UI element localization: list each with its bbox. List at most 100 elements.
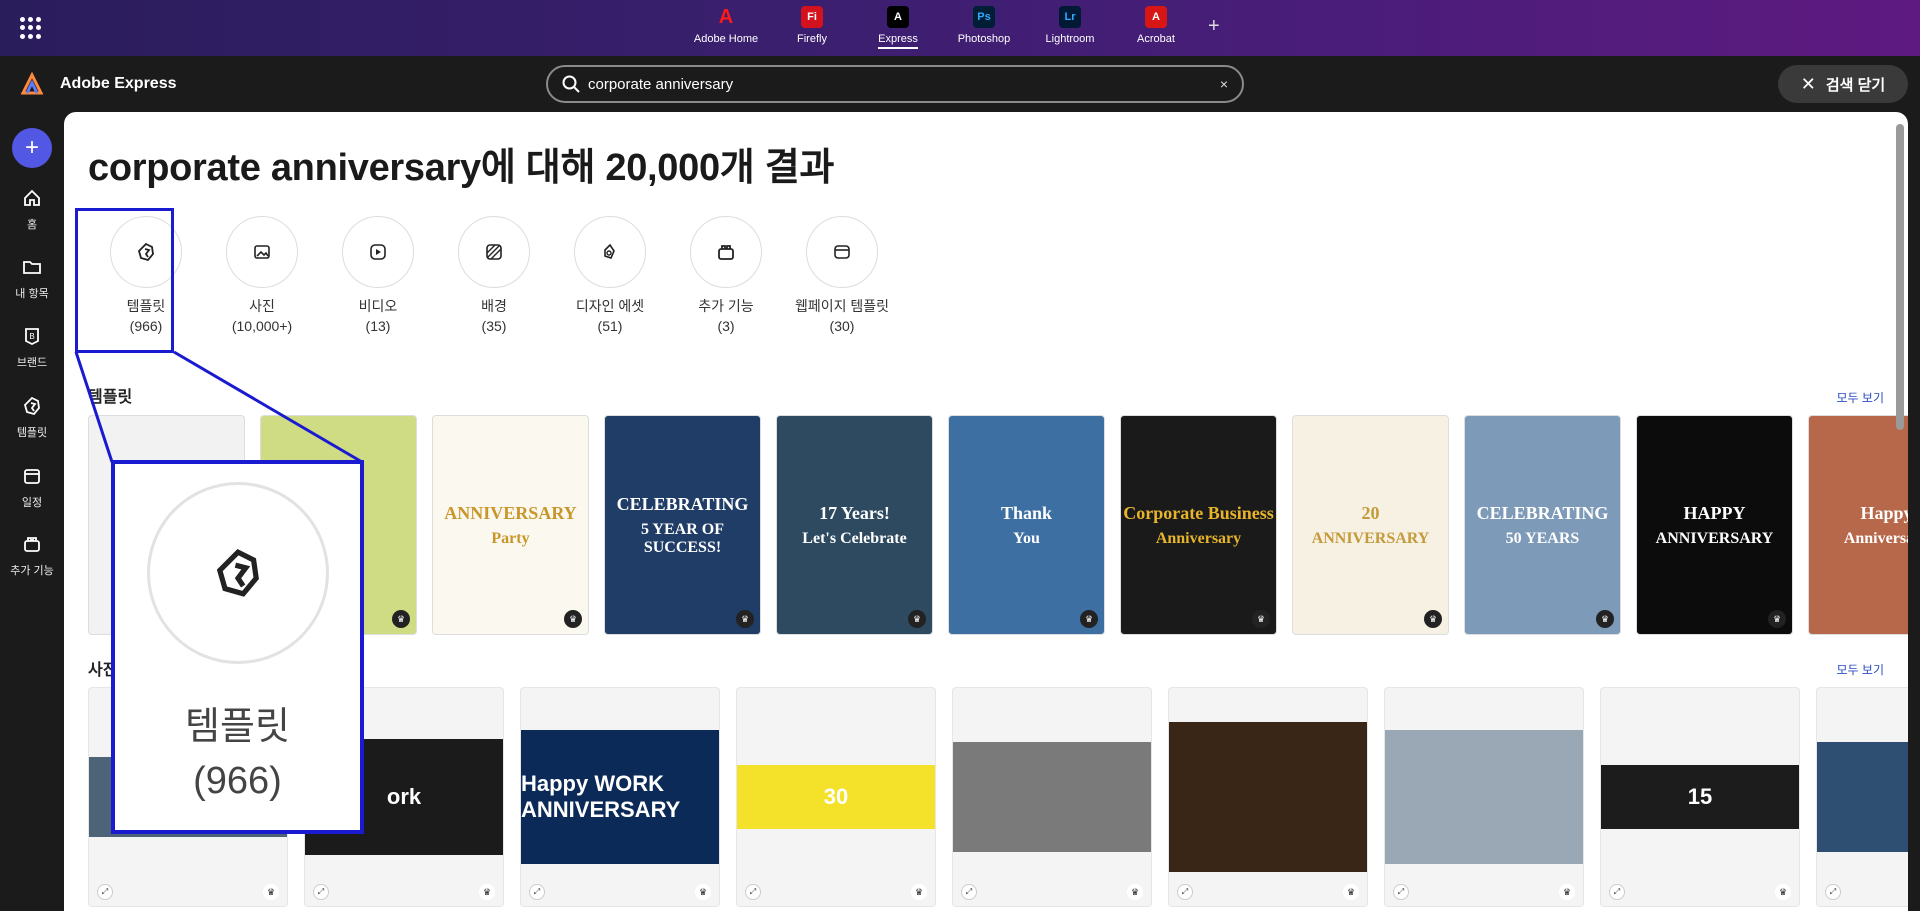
expand-icon[interactable]: ⤢: [745, 884, 761, 900]
category-background[interactable]: 배경 (35): [436, 216, 552, 336]
close-search-label: 검색 닫기: [1825, 76, 1886, 94]
brand-icon: B: [25, 328, 39, 346]
rail-item-label: 내 항목: [15, 288, 49, 300]
create-new-button[interactable]: +: [12, 128, 52, 168]
app-label: Lightroom: [1045, 33, 1095, 45]
premium-crown-icon: ♛: [1596, 610, 1614, 628]
category-name: 추가 기능: [698, 298, 754, 314]
templates-section-title: 템플릿: [88, 389, 133, 406]
photo-image: 15: [1601, 765, 1799, 829]
app-express[interactable]: A Express: [855, 6, 941, 49]
template-text-2: Let's Celebrate: [802, 529, 907, 547]
addons-icon: [718, 245, 734, 260]
lightroom-icon: Lr: [1059, 6, 1081, 28]
category-addons[interactable]: 추가 기능 (3): [668, 216, 784, 336]
close-icon: ✕: [1800, 73, 1816, 94]
photo-card[interactable]: ⤢♛: [1168, 687, 1368, 907]
premium-crown-icon: ♛: [263, 884, 279, 900]
category-circle: [690, 216, 762, 288]
photo-image: [1169, 722, 1367, 872]
app-adobe-home[interactable]: A Adobe Home: [683, 6, 769, 49]
rail-item-4[interactable]: 일정: [0, 466, 64, 510]
zoom-category-name: 템플릿: [185, 706, 290, 748]
template-text-1: HAPPY: [1683, 502, 1746, 523]
rail-item-3[interactable]: 템플릿: [0, 396, 64, 440]
premium-crown-icon: ♛: [479, 884, 495, 900]
rail-item-label: 템플릿: [16, 427, 48, 439]
premium-crown-icon: ♛: [695, 884, 711, 900]
photo-image: 30: [737, 765, 935, 829]
app-grid-icon[interactable]: [20, 17, 42, 39]
see-all-photos-link[interactable]: 모두 보기: [1837, 661, 1885, 678]
category-count: (35): [481, 318, 507, 334]
template-card[interactable]: Thank You ♛: [948, 415, 1105, 635]
template-card[interactable]: HappyAnniversary♛: [1808, 415, 1908, 635]
scrollbar[interactable]: [1896, 124, 1904, 430]
app-photoshop[interactable]: Ps Photoshop: [941, 6, 1027, 49]
template-text-1: CELEBRATING: [1476, 502, 1609, 523]
app-acrobat[interactable]: A Acrobat: [1113, 6, 1199, 49]
category-video[interactable]: 비디오 (13): [320, 216, 436, 336]
template-text-2: 5 YEAR OF SUCCESS!: [641, 520, 724, 556]
expand-icon[interactable]: ⤢: [313, 884, 329, 900]
app-lightroom[interactable]: Lr Lightroom: [1027, 6, 1113, 49]
rail-item-label: 홈: [26, 219, 38, 231]
template-card[interactable]: CELEBRATING 50 YEARS ♛: [1464, 415, 1621, 635]
category-webpage[interactable]: 웹페이지 템플릿 (30): [784, 216, 900, 336]
header: Adobe Express corporate anniversary × ✕ …: [0, 56, 1920, 112]
photo-card[interactable]: ⤢♛: [1384, 687, 1584, 907]
adobe-express-logo-icon: [20, 72, 44, 95]
app-label: Adobe Home: [693, 33, 759, 45]
expand-icon[interactable]: ⤢: [1393, 884, 1409, 900]
template-card[interactable]: CELEBRATING 5 YEAR OF SUCCESS! ♛: [604, 415, 761, 635]
rail-item-2[interactable]: B 브랜드: [0, 326, 64, 370]
rail-item-0[interactable]: 홈: [0, 188, 64, 232]
photo-card[interactable]: ⤢♛: [1816, 687, 1908, 907]
expand-icon[interactable]: ⤢: [1609, 884, 1625, 900]
category-photo[interactable]: 사진 (10,000+): [204, 216, 320, 336]
template-card[interactable]: HAPPY ANNIVERSARY ♛: [1636, 415, 1793, 635]
adobe-home-icon: A: [718, 5, 734, 28]
brand[interactable]: Adobe Express: [20, 72, 176, 96]
rail-item-5[interactable]: 추가 기능: [0, 534, 64, 578]
photo-card[interactable]: Happy WORK ANNIVERSARY ⤢ ♛: [520, 687, 720, 907]
template-text-1: Thank: [1000, 502, 1053, 523]
photoshop-icon: Ps: [973, 6, 995, 28]
photo-card[interactable]: ⤢♛: [952, 687, 1152, 907]
video-icon: [370, 244, 386, 260]
expand-icon[interactable]: ⤢: [97, 884, 113, 900]
folder-icon: [23, 261, 41, 274]
clear-search-icon[interactable]: ×: [1220, 76, 1228, 92]
photo-card[interactable]: 15 ⤢ ♛: [1600, 687, 1800, 907]
rail-item-label: 브랜드: [16, 357, 48, 369]
highlight-box: [75, 208, 174, 353]
expand-icon[interactable]: ⤢: [529, 884, 545, 900]
template-card[interactable]: 17 Years! Let's Celebrate ♛: [776, 415, 933, 635]
add-app-icon[interactable]: +: [1208, 15, 1220, 38]
see-all-templates-link[interactable]: 모두 보기: [1837, 389, 1885, 406]
template-icon: [23, 396, 40, 416]
left-rail: + 홈내 항목 B 브랜드템플릿일정추가 기능: [0, 112, 64, 911]
app-firefly[interactable]: Fi Firefly: [769, 6, 855, 49]
rail-item-label: 추가 기능: [10, 565, 54, 577]
expand-icon[interactable]: ⤢: [1825, 884, 1841, 900]
express-icon: A: [887, 6, 909, 28]
close-search-button[interactable]: ✕ 검색 닫기: [1778, 65, 1908, 103]
rail-item-1[interactable]: 내 항목: [0, 257, 64, 301]
premium-crown-icon: ♛: [1768, 610, 1786, 628]
category-name: 웹페이지 템플릿: [794, 298, 890, 314]
photo-card[interactable]: 30 ⤢ ♛: [736, 687, 936, 907]
expand-icon[interactable]: ⤢: [1177, 884, 1193, 900]
app-label: Acrobat: [1137, 33, 1175, 45]
premium-crown-icon: ♛: [1252, 610, 1270, 628]
expand-icon[interactable]: ⤢: [961, 884, 977, 900]
premium-crown-icon: ♛: [1424, 610, 1442, 628]
template-card[interactable]: 20 ANNIVERSARY ♛: [1292, 415, 1449, 635]
firefly-icon: Fi: [801, 6, 823, 28]
template-card[interactable]: ANNIVERSARY Party ♛: [432, 415, 589, 635]
search-input[interactable]: corporate anniversary ×: [546, 65, 1244, 103]
home-icon: [24, 189, 40, 206]
category-design-asset[interactable]: 디자인 에셋 (51): [552, 216, 668, 336]
template-card[interactable]: Corporate Business Anniversary ♛: [1120, 415, 1277, 635]
calendar-icon: [24, 469, 40, 484]
